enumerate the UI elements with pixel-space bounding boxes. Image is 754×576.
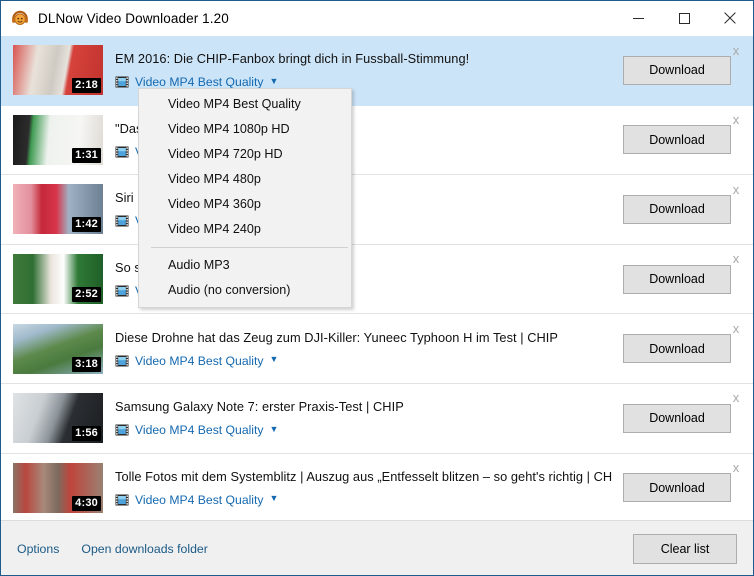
remove-row-button[interactable]: x [727, 319, 745, 337]
quality-menu-item[interactable]: Video MP4 Best Quality [139, 92, 351, 117]
quality-selector-link[interactable]: Video MP4 Best Quality [135, 423, 264, 437]
video-duration: 4:30 [72, 495, 101, 511]
film-strip-icon [115, 214, 129, 228]
remove-row-button[interactable]: x [727, 459, 745, 477]
close-icon[interactable] [707, 1, 753, 35]
video-row[interactable]: 2:52So s… … da-Stream | CHIPVideo MP4 Be… [1, 244, 753, 315]
download-button[interactable]: Download [623, 125, 731, 155]
window-controls [615, 1, 753, 35]
remove-row-button[interactable]: x [727, 389, 745, 407]
quality-selector-link[interactable]: Video MP4 Best Quality [135, 493, 264, 507]
video-duration: 3:18 [72, 356, 101, 372]
quality-selector-link[interactable]: Video MP4 Best Quality [135, 354, 264, 368]
download-button[interactable]: Download [623, 55, 731, 85]
chevron-down-icon[interactable]: ▼ [270, 424, 279, 434]
menu-separator [151, 247, 348, 248]
film-strip-icon [115, 354, 129, 368]
video-row-body: Samsung Galaxy Note 7: erster Praxis-Tes… [115, 399, 623, 437]
quality-menu-item[interactable]: Audio (no conversion) [139, 278, 351, 303]
video-thumbnail[interactable]: 2:52 [13, 254, 103, 305]
quality-dropdown-menu[interactable]: Video MP4 Best Quality Video MP4 1080p HD… [138, 88, 352, 308]
film-strip-icon [115, 284, 129, 298]
quality-line: Video MP4 Best Quality ▼ [115, 423, 613, 437]
remove-row-button[interactable]: x [727, 41, 745, 59]
quality-menu-item[interactable]: Video MP4 360p [139, 192, 351, 217]
video-duration: 2:18 [72, 78, 101, 94]
quality-menu-item[interactable]: Video MP4 240p [139, 217, 351, 242]
video-row[interactable]: 4:30 Tolle Fotos mit dem Systemblitz | Au… [1, 453, 753, 520]
quality-menu-item[interactable]: Video MP4 720p HD [139, 142, 351, 167]
film-strip-icon [115, 75, 129, 89]
video-row[interactable]: 1:56 Samsung Galaxy Note 7: erster Praxis… [1, 383, 753, 454]
video-row-body: Tolle Fotos mit dem Systemblitz | Auszug… [115, 469, 623, 507]
download-button[interactable]: Download [623, 403, 731, 433]
film-strip-icon [115, 145, 129, 159]
video-thumbnail[interactable]: 2:18 [13, 45, 103, 96]
video-row[interactable]: 3:18 Diese Drohne hat das Zeug zum DJI-Ki… [1, 314, 753, 384]
remove-row-button[interactable]: x [727, 250, 745, 268]
headphones-face-icon [11, 9, 29, 27]
window-title: DLNow Video Downloader 1.20 [38, 10, 229, 26]
video-title: Tolle Fotos mit dem Systemblitz | Auszug… [115, 468, 613, 484]
video-row-body: Diese Drohne hat das Zeug zum DJI-Killer… [115, 330, 623, 368]
video-row[interactable]: 1:31"Das … … Apples iOS 10 wirklich | CH… [1, 105, 753, 176]
video-title: Samsung Galaxy Note 7: erster Praxis-Tes… [115, 399, 404, 415]
quality-menu-item[interactable]: Audio MP3 [139, 253, 351, 278]
chevron-down-icon[interactable]: ▼ [270, 76, 279, 86]
minimize-icon[interactable] [615, 1, 661, 35]
options-link[interactable]: Options [17, 542, 59, 556]
quality-menu-item[interactable]: Video MP4 1080p HD [139, 117, 351, 142]
video-title: EM 2016: Die CHIP-Fanbox bringt dich in … [115, 51, 470, 67]
quality-line: Video MP4 Best Quality ▼ [115, 354, 613, 368]
download-button[interactable]: Download [623, 473, 731, 503]
video-thumbnail[interactable]: 4:30 [13, 462, 103, 513]
chevron-down-icon[interactable]: ▼ [270, 494, 279, 503]
video-thumbnail[interactable]: 3:18 [13, 323, 103, 374]
quality-line: Video MP4 Best Quality ▼ [115, 493, 613, 507]
video-duration: 1:31 [72, 147, 101, 163]
application-window: DLNow Video Downloader 1.20 2:18 EM 2016:… [0, 0, 754, 576]
clear-list-button[interactable]: Clear list [633, 534, 737, 564]
remove-row-button[interactable]: x [727, 180, 745, 198]
video-duration: 1:56 [72, 426, 101, 442]
video-row[interactable]: 1:42Siri … … ue macOS | CHIPVideo MP4 Be… [1, 175, 753, 245]
video-thumbnail[interactable]: 1:31 [13, 114, 103, 165]
film-strip-icon [115, 423, 129, 437]
remove-row-button[interactable]: x [727, 111, 745, 129]
video-row-body: EM 2016: Die CHIP-Fanbox bringt dich in … [115, 51, 623, 89]
download-button[interactable]: Download [623, 334, 731, 364]
video-thumbnail[interactable]: 1:56 [13, 393, 103, 444]
chevron-down-icon[interactable]: ▼ [270, 355, 279, 364]
footer-bar: Options Open downloads folder Clear list [1, 520, 753, 575]
video-list: 2:18 EM 2016: Die CHIP-Fanbox bringt dich… [1, 36, 753, 520]
video-duration: 2:52 [72, 287, 101, 303]
video-duration: 1:42 [72, 217, 101, 233]
quality-menu-item[interactable]: Video MP4 480p [139, 167, 351, 192]
video-title: Diese Drohne hat das Zeug zum DJI-Killer… [115, 329, 558, 345]
film-strip-icon [115, 493, 129, 507]
open-downloads-folder-link[interactable]: Open downloads folder [81, 542, 207, 556]
download-button[interactable]: Download [623, 264, 731, 294]
download-button[interactable]: Download [623, 194, 731, 224]
title-bar: DLNow Video Downloader 1.20 [1, 1, 753, 36]
maximize-icon[interactable] [661, 1, 707, 35]
video-thumbnail[interactable]: 1:42 [13, 184, 103, 235]
video-row[interactable]: 2:18 EM 2016: Die CHIP-Fanbox bringt dich… [1, 36, 753, 106]
